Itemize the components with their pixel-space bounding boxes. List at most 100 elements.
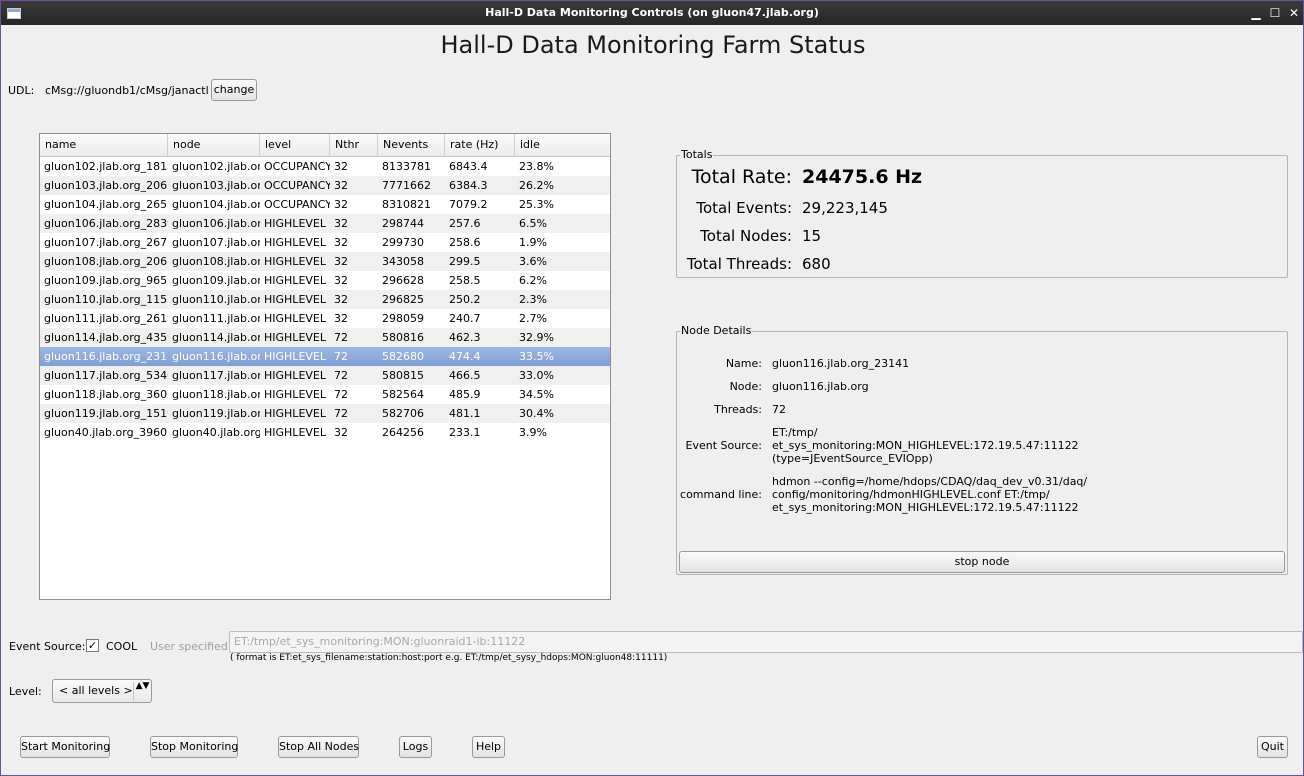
cell-level: HIGHLEVEL — [264, 388, 326, 401]
cell-level: HIGHLEVEL — [264, 407, 326, 420]
total-nodes-label: Total Nodes: — [700, 227, 792, 245]
start-monitoring-button[interactable]: Start Monitoring — [20, 736, 110, 758]
quit-button[interactable]: Quit — [1257, 736, 1288, 758]
cell-rate: 299.5 — [449, 255, 481, 268]
column-header-level[interactable]: level — [260, 134, 330, 157]
cell-node: gluon114.jlab.org — [172, 331, 260, 344]
column-header-node[interactable]: node — [168, 134, 260, 157]
total-events-label: Total Events: — [696, 199, 792, 217]
event-source-input[interactable]: ET:/tmp/et_sys_monitoring:MON:gluonraid1… — [229, 631, 1303, 653]
cell-nevents: 343058 — [382, 255, 424, 268]
cell-rate: 233.1 — [449, 426, 481, 439]
cell-name: gluon109.jlab.org_9659 — [44, 274, 168, 287]
detail-source-line: et_sys_monitoring:MON_HIGHLEVEL:172.19.5… — [772, 439, 1079, 452]
cell-node: gluon103.jlab.org — [172, 179, 260, 192]
cell-level: HIGHLEVEL — [264, 331, 326, 344]
table-row[interactable]: gluon109.jlab.org_9659 gluon109.jlab.org H… — [40, 271, 610, 290]
cell-rate: 462.3 — [449, 331, 481, 344]
table-row[interactable]: gluon103.jlab.org_20621 gluon103.jlab.org… — [40, 176, 610, 195]
stop-monitoring-button[interactable]: Stop Monitoring — [150, 736, 238, 758]
cell-name: gluon102.jlab.org_18135 — [44, 160, 168, 173]
table-header: name node level Nthr Nevents rate (Hz) i… — [40, 134, 610, 157]
detail-cmd-line: hdmon --config=/home/hdops/CDAQ/daq_dev_… — [772, 475, 1088, 488]
cell-name: gluon118.jlab.org_36026 — [44, 388, 168, 401]
cell-idle: 6.2% — [519, 274, 547, 287]
cell-rate: 258.5 — [449, 274, 481, 287]
column-header-name[interactable]: name — [40, 134, 168, 157]
level-select[interactable]: < all levels > ▲▼ — [52, 679, 152, 703]
cell-name: gluon107.jlab.org_26772 — [44, 236, 168, 249]
cell-level: HIGHLEVEL — [264, 255, 326, 268]
cell-nevents: 582706 — [382, 407, 424, 420]
cell-level: HIGHLEVEL — [264, 369, 326, 382]
cell-name: gluon108.jlab.org_20631 — [44, 255, 168, 268]
cell-idle: 34.5% — [519, 388, 554, 401]
table-row[interactable]: gluon114.jlab.org_43598 gluon114.jlab.org… — [40, 328, 610, 347]
cell-idle: 6.5% — [519, 217, 547, 230]
cell-nthr: 32 — [334, 236, 348, 249]
total-events-value: 29,223,145 — [802, 199, 888, 217]
window-title: Hall-D Data Monitoring Controls (on gluo… — [485, 6, 819, 19]
nodes-table[interactable]: name node level Nthr Nevents rate (Hz) i… — [39, 133, 611, 600]
event-source-label: Event Source: — [9, 640, 86, 653]
maximize-icon[interactable]: ☐ — [1267, 5, 1283, 21]
cell-nevents: 580816 — [382, 331, 424, 344]
table-row[interactable]: gluon118.jlab.org_36026 gluon118.jlab.org… — [40, 385, 610, 404]
user-specified-label: User specified: — [150, 640, 232, 653]
minimize-icon[interactable]: ▁ — [1248, 5, 1264, 21]
column-header-rate[interactable]: rate (Hz) — [445, 134, 515, 157]
change-udl-button[interactable]: change — [211, 79, 257, 101]
cell-rate: 7079.2 — [449, 198, 488, 211]
node-details-title: Node Details — [680, 324, 753, 337]
table-row[interactable]: gluon117.jlab.org_53404 gluon117.jlab.org… — [40, 366, 610, 385]
stop-all-nodes-button[interactable]: Stop All Nodes — [278, 736, 359, 758]
cell-idle: 2.3% — [519, 293, 547, 306]
logs-button[interactable]: Logs — [399, 736, 432, 758]
table-row[interactable]: gluon104.jlab.org_26571 gluon104.jlab.org… — [40, 195, 610, 214]
table-row[interactable]: gluon107.jlab.org_26772 gluon107.jlab.org… — [40, 233, 610, 252]
cell-level: OCCUPANCY — [264, 160, 330, 173]
cell-idle: 30.4% — [519, 407, 554, 420]
detail-cmd-line: config/monitoring/hdmonHIGHLEVEL.conf ET… — [772, 488, 1050, 501]
cell-idle: 26.2% — [519, 179, 554, 192]
help-button[interactable]: Help — [472, 736, 505, 758]
table-row[interactable]: gluon108.jlab.org_20631 gluon108.jlab.org… — [40, 252, 610, 271]
udl-label: UDL: — [8, 84, 35, 97]
cell-nevents: 298059 — [382, 312, 424, 325]
cell-node: gluon106.jlab.org — [172, 217, 260, 230]
cell-nthr: 72 — [334, 350, 348, 363]
table-row[interactable]: gluon40.jlab.org_3960 gluon40.jlab.org HIG… — [40, 423, 610, 442]
table-row[interactable]: gluon119.jlab.org_15191 gluon119.jlab.org… — [40, 404, 610, 423]
cool-checkbox[interactable]: ✓ — [86, 639, 99, 652]
cell-nthr: 32 — [334, 293, 348, 306]
column-header-idle[interactable]: idle — [515, 134, 610, 157]
cell-rate: 250.2 — [449, 293, 481, 306]
total-rate-value: 24475.6 Hz — [802, 166, 923, 188]
table-row[interactable]: gluon116.jlab.org_23141 gluon116.jlab.org… — [40, 347, 610, 366]
table-row[interactable]: gluon106.jlab.org_28398 gluon106.jlab.org… — [40, 214, 610, 233]
total-threads-value: 680 — [802, 255, 831, 273]
cell-node: gluon111.jlab.org — [172, 312, 260, 325]
column-header-nthr[interactable]: Nthr — [330, 134, 378, 157]
cell-nevents: 8133781 — [382, 160, 431, 173]
cell-nevents: 7771662 — [382, 179, 431, 192]
cell-nevents: 296628 — [382, 274, 424, 287]
total-threads-label: Total Threads: — [686, 255, 792, 273]
cell-nthr: 32 — [334, 198, 348, 211]
cell-level: HIGHLEVEL — [264, 293, 326, 306]
table-body: gluon102.jlab.org_18135 gluon102.jlab.org… — [40, 157, 610, 442]
table-row[interactable]: gluon110.jlab.org_11577 gluon110.jlab.org… — [40, 290, 610, 309]
close-icon[interactable]: ✕ — [1286, 5, 1302, 21]
cell-level: HIGHLEVEL — [264, 350, 326, 363]
table-row[interactable]: gluon102.jlab.org_18135 gluon102.jlab.org… — [40, 157, 610, 176]
cell-rate: 481.1 — [449, 407, 481, 420]
totals-panel: Totals Total Rate: 24475.6 Hz Total Even… — [676, 148, 1288, 278]
cell-rate: 485.9 — [449, 388, 481, 401]
table-row[interactable]: gluon111.jlab.org_26192 gluon111.jlab.org… — [40, 309, 610, 328]
cell-level: HIGHLEVEL — [264, 426, 326, 439]
column-header-nevents[interactable]: Nevents — [378, 134, 445, 157]
totals-title: Totals — [680, 148, 714, 161]
detail-node-value: gluon116.jlab.org — [772, 380, 869, 393]
stop-node-button[interactable]: stop node — [679, 551, 1285, 573]
detail-source-line: ET:/tmp/ — [772, 426, 818, 439]
